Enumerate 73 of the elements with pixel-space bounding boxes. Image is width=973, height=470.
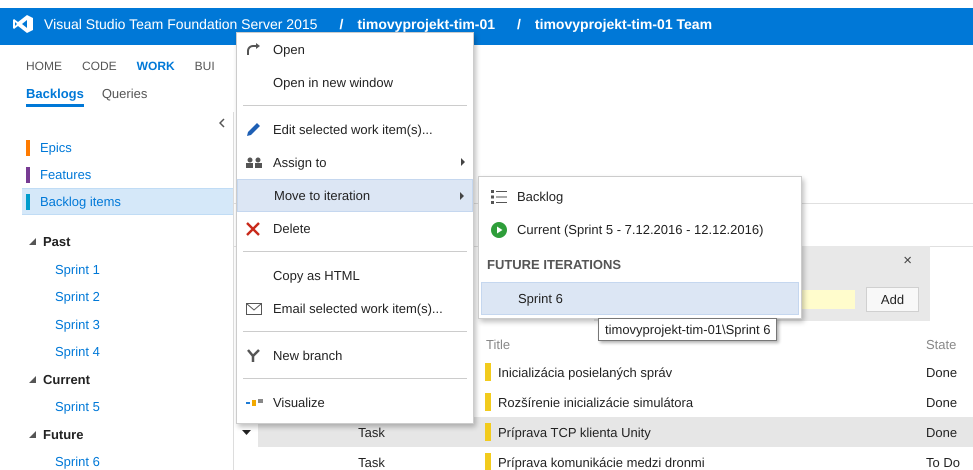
nav-tab[interactable]: BUI <box>194 59 215 77</box>
work-item-title[interactable]: Príprava komunikácie medzi dronmi <box>498 454 926 470</box>
work-item-title[interactable]: Rozšírenie inicializácie simulátora <box>498 394 926 410</box>
sprint-link[interactable]: Sprint 2 <box>0 283 233 310</box>
play-circle-icon <box>491 222 507 238</box>
sprint-link[interactable]: Sprint 6 <box>0 448 233 470</box>
backlog-level-link[interactable]: Features <box>22 161 233 188</box>
expanded-triangle-icon[interactable] <box>29 238 36 246</box>
path-tooltip: timovyprojekt-tim-01\Sprint 6 <box>598 318 778 341</box>
add-button[interactable]: Add <box>866 287 919 312</box>
type-color-bar <box>485 423 491 441</box>
work-item-state: Done <box>926 364 958 380</box>
pencil-icon <box>246 122 261 137</box>
work-item-state: Done <box>926 424 958 440</box>
menu-item[interactable]: New branch <box>237 339 473 372</box>
redo-arrow-icon <box>246 43 261 56</box>
work-item-type: Task <box>357 454 386 470</box>
expanded-triangle-icon[interactable] <box>29 430 36 438</box>
backlog-level-link[interactable]: Backlog items <box>22 188 233 215</box>
product-name[interactable]: Visual Studio Team Foundation Server 2015 <box>44 16 318 30</box>
sprint-link[interactable]: Sprint 4 <box>0 338 233 366</box>
iteration-group[interactable]: Future <box>43 426 84 442</box>
work-item-state: Done <box>926 394 958 410</box>
menu-item[interactable]: Move to iteration <box>237 179 473 212</box>
work-item-type: Task <box>357 424 386 440</box>
envelope-icon <box>246 302 262 314</box>
delete-icon <box>246 222 260 236</box>
sub-tab[interactable]: Queries <box>102 86 148 107</box>
sprint-link[interactable]: Sprint 3 <box>0 310 233 338</box>
sub-tab[interactable]: Backlogs <box>26 86 84 107</box>
nav-tab[interactable]: HOME <box>26 59 62 77</box>
input-field[interactable] <box>802 290 855 309</box>
nav-tab[interactable]: CODE <box>82 59 117 77</box>
work-item-title[interactable]: Inicializácia posielaných správ <box>498 364 926 380</box>
sprint-link[interactable]: Sprint 1 <box>0 256 233 283</box>
type-color-bar <box>485 453 491 470</box>
visualize-icon <box>246 398 263 406</box>
table-row[interactable]: Task Príprava komunikácie medzi dronmi To Do <box>258 447 973 470</box>
menu-item[interactable]: Edit selected work item(s)... <box>237 113 473 146</box>
table-row[interactable]: Task Príprava TCP klienta Unity Done <box>258 417 973 447</box>
type-color-bar <box>485 363 491 381</box>
branch-icon <box>246 348 261 363</box>
logo-icon[interactable] <box>12 12 34 34</box>
menu-item[interactable]: Current (Sprint 5 - 7.12.2016 - 12.12.2016) <box>481 213 799 246</box>
menu-item[interactable]: Open <box>237 33 473 66</box>
menu-item[interactable]: Backlog <box>481 180 799 213</box>
iteration-group[interactable]: Current <box>43 372 90 387</box>
menu-item[interactable]: Email selected work item(s)... <box>237 292 473 325</box>
menu-item[interactable]: Delete <box>237 212 473 245</box>
column-header[interactable]: State <box>926 336 973 352</box>
people-icon <box>246 156 262 168</box>
menu-item[interactable]: Sprint 6 <box>481 282 799 315</box>
work-item-title[interactable]: Príprava TCP klienta Unity <box>498 424 926 440</box>
work-item-state: To Do <box>926 454 961 470</box>
collapse-chevron-icon[interactable] <box>219 118 225 128</box>
menu-item[interactable]: Visualize <box>237 386 473 419</box>
expand-caret-icon[interactable] <box>242 430 250 434</box>
menu-item[interactable]: Open in new window <box>237 66 473 99</box>
close-button[interactable]: × <box>903 252 912 269</box>
breadcrumb-separator: / <box>339 16 344 30</box>
breadcrumb-link[interactable]: timovyprojekt-tim-01 Team <box>534 16 712 30</box>
breadcrumb-separator: / <box>517 16 521 30</box>
list-icon <box>491 190 507 204</box>
menu-item[interactable]: Copy as HTML <box>237 259 473 292</box>
breadcrumb-link[interactable]: timovyprojekt-tim-01 <box>357 16 496 30</box>
nav-tab[interactable]: WORK <box>136 59 175 77</box>
iteration-group[interactable]: Past <box>43 234 70 250</box>
type-color-bar <box>485 393 491 411</box>
backlog-level-link[interactable]: Epics <box>22 134 233 161</box>
menu-item[interactable]: Assign to <box>237 146 473 179</box>
expanded-triangle-icon[interactable] <box>29 376 36 383</box>
menu-section-heading: FUTURE ITERATIONS <box>486 256 622 274</box>
sprint-link[interactable]: Sprint 5 <box>0 393 233 420</box>
